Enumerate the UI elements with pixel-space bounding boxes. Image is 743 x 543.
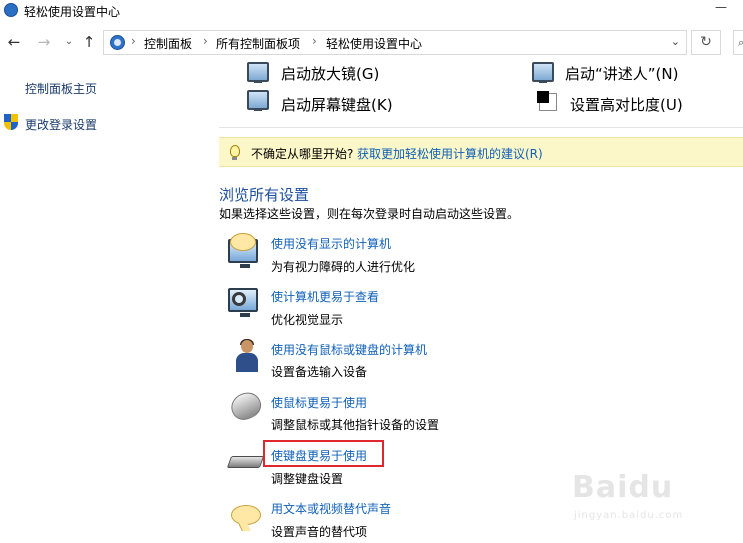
search-box[interactable]: ⌕ <box>733 30 743 55</box>
divider <box>219 127 743 128</box>
settings-item-link[interactable]: 使计算机更易于查看 <box>271 288 379 305</box>
window-title: 轻松使用设置中心 <box>24 5 121 19</box>
magnifier-icon <box>247 62 269 83</box>
control-panel-icon <box>110 35 125 50</box>
set-high-contrast-link[interactable]: 设置高对比度(U) <box>570 94 683 115</box>
lightbulb-icon <box>230 145 240 160</box>
tip-bar: 不确定从哪里开始? 获取更加轻松使用计算机的建议(R) <box>219 137 743 167</box>
tip-prefix: 不确定从哪里开始? <box>251 147 354 161</box>
breadcrumb-control-panel[interactable]: 控制面板 <box>144 35 192 52</box>
title-bar: 轻松使用设置中心 — <box>0 0 743 22</box>
person-icon <box>236 339 258 372</box>
refresh-button[interactable]: ↻ <box>691 30 721 55</box>
watermark-url: jingyan.baidu.com <box>574 510 684 521</box>
up-button[interactable]: ↑ <box>80 33 98 51</box>
settings-item-description: 调整鼠标或其他指针设备的设置 <box>271 418 440 432</box>
breadcrumb-separator: › <box>131 34 136 48</box>
back-button[interactable]: ← <box>5 33 23 51</box>
breadcrumb-separator: › <box>203 34 208 48</box>
speech-bubble-icon <box>230 233 256 251</box>
settings-item-description: 设置备选输入设备 <box>271 365 368 379</box>
breadcrumb-all-items[interactable]: 所有控制面板项 <box>216 35 300 52</box>
keyboard-monitor-icon <box>247 90 269 111</box>
start-narrator-link[interactable]: 启动“讲述人”(N) <box>565 63 678 84</box>
minimize-button[interactable]: — <box>713 0 729 16</box>
watermark-text: Baidu <box>572 470 674 505</box>
sidebar-change-login-settings[interactable]: 更改登录设置 <box>25 116 97 133</box>
section-description: 如果选择这些设置，则在每次登录时自动启动这些设置。 <box>219 207 520 221</box>
start-magnifier-link[interactable]: 启动放大镜(G) <box>281 63 379 84</box>
get-recommendations-link[interactable]: 获取更加轻松使用计算机的建议(R) <box>357 145 543 162</box>
keyboard-icon <box>226 456 265 468</box>
navigation-bar: ← → ⌄ ↑ › 控制面板 › 所有控制面板项 › 轻松使用设置中心 ⌄ ↻ … <box>0 22 743 62</box>
settings-item-link[interactable]: 使鼠标更易于使用 <box>271 394 367 411</box>
settings-item-link[interactable]: 使用没有显示的计算机 <box>271 235 391 252</box>
narrator-icon <box>532 62 554 83</box>
speech-bubble-icon <box>231 505 261 525</box>
settings-item-description: 优化视觉显示 <box>271 313 344 327</box>
address-bar[interactable]: › 控制面板 › 所有控制面板项 › 轻松使用设置中心 ⌄ <box>103 30 687 55</box>
settings-item-description: 为有视力障碍的人进行优化 <box>271 260 416 274</box>
breadcrumb-ease-of-access[interactable]: 轻松使用设置中心 <box>326 35 422 52</box>
settings-item-description: 调整键盘设置 <box>271 472 344 486</box>
sidebar-control-panel-home[interactable]: 控制面板主页 <box>25 80 97 97</box>
mouse-icon <box>226 387 266 425</box>
start-on-screen-keyboard-link[interactable]: 启动屏幕键盘(K) <box>281 94 393 115</box>
chevron-down-icon[interactable]: ⌄ <box>671 35 680 48</box>
settings-item-link[interactable]: 用文本或视频替代声音 <box>271 500 391 517</box>
ease-of-access-icon <box>4 3 18 17</box>
baidu-watermark: Baidu jingyan.baidu.com <box>566 466 736 536</box>
breadcrumb-separator: › <box>312 34 317 48</box>
section-title: 浏览所有设置 <box>219 186 310 204</box>
shield-icon <box>4 114 18 130</box>
forward-button[interactable]: → <box>35 33 53 51</box>
magnifier-glass-icon <box>232 292 246 306</box>
recent-locations-button[interactable]: ⌄ <box>60 33 78 51</box>
settings-item-link[interactable]: 使用没有鼠标或键盘的计算机 <box>271 341 427 358</box>
red-highlight-box <box>263 440 384 467</box>
contrast-icon <box>537 91 557 111</box>
settings-item-description: 设置声音的替代项 <box>271 525 368 539</box>
